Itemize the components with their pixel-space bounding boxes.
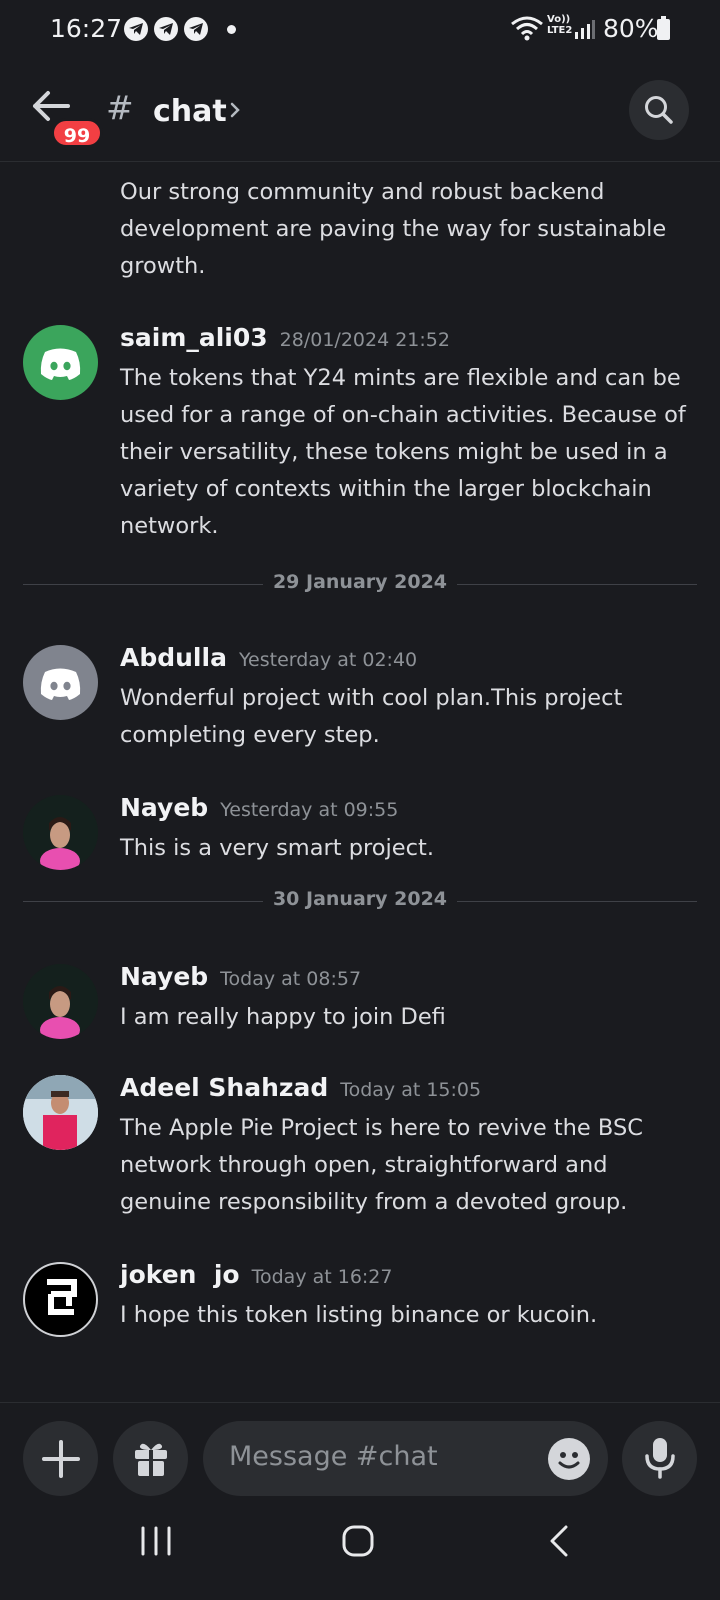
message-input[interactable]: Message #chat xyxy=(203,1421,608,1496)
message-timestamp: Today at 08:57 xyxy=(220,968,362,990)
user-photo-icon xyxy=(23,964,98,1039)
message-text: Wonderful project with cool plan.This pr… xyxy=(120,685,623,748)
message-list[interactable]: Our strong community and robust backend … xyxy=(0,163,720,1401)
date-divider: 29 January 2024 xyxy=(23,569,697,599)
message-text: This is a very smart project. xyxy=(120,835,434,861)
gift-icon xyxy=(135,1443,167,1476)
home-icon[interactable] xyxy=(342,1525,374,1557)
message-timestamp: 28/01/2024 21:52 xyxy=(279,329,450,351)
discord-logo-icon xyxy=(40,348,81,380)
hash-icon: # xyxy=(106,88,134,127)
user-photo-icon xyxy=(23,795,98,870)
message-text: The tokens that Y24 mints are flexible a… xyxy=(120,365,686,539)
message-timestamp: Yesterday at 09:55 xyxy=(220,799,399,821)
message-timestamp: Today at 16:27 xyxy=(251,1266,393,1288)
channel-title[interactable]: chat xyxy=(153,94,227,129)
user-photo-icon xyxy=(23,1075,98,1150)
telegram-icon xyxy=(124,17,148,41)
telegram-icon xyxy=(154,17,178,41)
battery-percent: 80% xyxy=(603,14,659,43)
discord-logo-icon xyxy=(40,668,81,700)
avatar[interactable] xyxy=(23,1075,98,1150)
avatar[interactable] xyxy=(23,964,98,1039)
message-input-bar: Message #chat xyxy=(0,1402,720,1502)
chevron-right-icon[interactable] xyxy=(230,102,240,118)
add-attachment-button[interactable] xyxy=(23,1421,98,1496)
message-text: The Apple Pie Project is here to revive … xyxy=(120,1115,643,1215)
status-time: 16:27 xyxy=(50,14,123,43)
notification-dot-icon xyxy=(227,25,236,34)
smiley-icon xyxy=(558,1452,580,1469)
avatar[interactable] xyxy=(23,645,98,720)
author-name[interactable]: Nayeb xyxy=(120,962,208,991)
message-text: I hope this token listing binance or kuc… xyxy=(120,1302,598,1328)
status-bar: 16:27 Vo)) LTE2 80% xyxy=(0,0,720,60)
system-navigation-bar xyxy=(0,1502,720,1600)
message-input-placeholder: Message #chat xyxy=(229,1441,438,1472)
network-type: Vo)) LTE2 xyxy=(547,14,573,36)
battery-icon xyxy=(657,16,670,40)
date-divider-label: 30 January 2024 xyxy=(272,888,448,910)
wifi-icon xyxy=(511,16,543,41)
author-name[interactable]: saim_ali03 xyxy=(120,323,268,352)
channel-header: 99 # chat xyxy=(0,70,720,162)
date-divider-label: 29 January 2024 xyxy=(272,571,448,593)
message-continuation: Our strong community and robust backend … xyxy=(120,179,667,279)
avatar[interactable] xyxy=(23,325,98,400)
message-timestamp: Today at 15:05 xyxy=(340,1079,482,1101)
message-text: I am really happy to join Defi xyxy=(120,1004,446,1030)
token-logo-icon xyxy=(47,1279,77,1315)
author-name[interactable]: Nayeb xyxy=(120,793,208,822)
plus-icon xyxy=(42,1440,80,1478)
author-name[interactable]: joken jo xyxy=(120,1260,240,1289)
search-icon xyxy=(645,96,673,124)
emoji-button[interactable] xyxy=(548,1438,590,1480)
telegram-icon xyxy=(184,17,208,41)
signal-icon xyxy=(575,20,595,39)
author-name[interactable]: Abdulla xyxy=(120,643,227,672)
unread-badge: 99 xyxy=(51,118,103,148)
microphone-icon xyxy=(645,1438,675,1479)
voice-message-button[interactable] xyxy=(622,1421,697,1496)
avatar[interactable] xyxy=(23,1262,98,1337)
message-timestamp: Yesterday at 02:40 xyxy=(238,649,418,671)
back-nav-icon[interactable] xyxy=(549,1525,569,1557)
search-button[interactable] xyxy=(629,80,689,140)
recent-apps-icon[interactable] xyxy=(140,1526,172,1556)
date-divider: 30 January 2024 xyxy=(23,886,697,916)
author-name[interactable]: Adeel Shahzad xyxy=(120,1073,328,1102)
avatar[interactable] xyxy=(23,795,98,870)
gift-button[interactable] xyxy=(113,1421,188,1496)
